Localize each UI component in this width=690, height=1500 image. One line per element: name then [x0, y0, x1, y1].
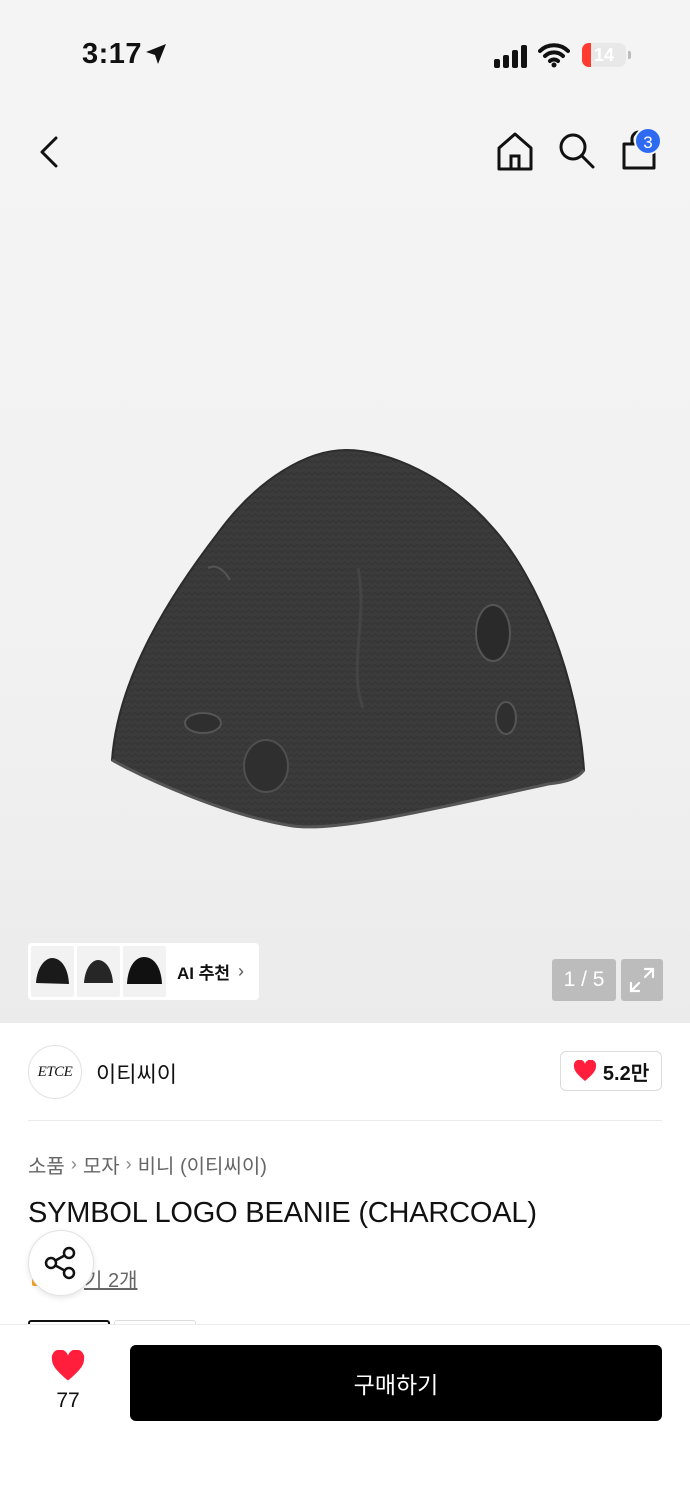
- chevron-left-icon: [40, 136, 58, 168]
- chevron-right-icon: ›: [238, 961, 245, 981]
- ai-thumb-2[interactable]: [77, 946, 120, 997]
- divider: [28, 1120, 662, 1121]
- battery-nub: [628, 51, 631, 59]
- share-button[interactable]: [28, 1230, 94, 1296]
- home-button[interactable]: [492, 128, 538, 174]
- status-time: 3:17: [82, 38, 143, 70]
- beanie-thumbnail-icon: [127, 957, 162, 984]
- ai-recommend-label: AI 추천: [177, 964, 231, 983]
- brand-name[interactable]: 이티씨이: [96, 1057, 177, 1089]
- expand-icon: [629, 967, 655, 993]
- battery-indicator: 14: [582, 43, 626, 67]
- ai-thumb-1[interactable]: [31, 946, 74, 997]
- brand-like-button[interactable]: 5.2만: [560, 1051, 662, 1091]
- chevron-right-icon: ›: [70, 1154, 77, 1174]
- share-icon: [44, 1246, 76, 1280]
- wifi-icon: [538, 43, 570, 68]
- status-bar: 3:17 14: [0, 0, 690, 110]
- back-button[interactable]: [28, 128, 72, 176]
- battery-level: 14: [593, 45, 615, 65]
- brand-logo[interactable]: ETCE: [28, 1045, 82, 1099]
- breadcrumb: 소품 › 모자 › 비니 (이티씨이): [28, 1150, 267, 1179]
- expand-image-button[interactable]: [621, 959, 663, 1001]
- buy-button[interactable]: 구매하기: [130, 1345, 662, 1421]
- cart-count-badge: 3: [634, 127, 662, 155]
- image-counter: 1 / 5: [552, 959, 616, 1001]
- product-image-area[interactable]: 3:17 14 3 AI 추천 › 1 / 5: [0, 0, 690, 1023]
- search-icon: [559, 133, 595, 169]
- search-button[interactable]: [554, 128, 600, 174]
- breadcrumb-item[interactable]: 모자: [83, 1150, 120, 1179]
- heart-icon[interactable]: [50, 1350, 86, 1382]
- location-arrow-icon: [146, 44, 166, 64]
- chevron-right-icon: ›: [125, 1154, 132, 1174]
- ai-thumb-3[interactable]: [123, 946, 166, 997]
- breadcrumb-item[interactable]: 소품: [28, 1150, 65, 1179]
- brand-like-count: 5.2만: [602, 1062, 650, 1085]
- breadcrumb-item[interactable]: 비니 (이티씨이): [138, 1150, 267, 1179]
- wish-count: 77: [56, 1389, 80, 1412]
- home-icon: [497, 132, 533, 171]
- heart-icon: [573, 1060, 596, 1081]
- beanie-thumbnail-icon: [84, 960, 113, 983]
- cell-signal-icon: [494, 44, 530, 68]
- beanie-product-image: [110, 448, 586, 829]
- product-title: SYMBOL LOGO BEANIE (CHARCOAL): [28, 1197, 537, 1229]
- ai-recommend-strip[interactable]: AI 추천 ›: [28, 943, 259, 1000]
- beanie-thumbnail-icon: [36, 958, 69, 984]
